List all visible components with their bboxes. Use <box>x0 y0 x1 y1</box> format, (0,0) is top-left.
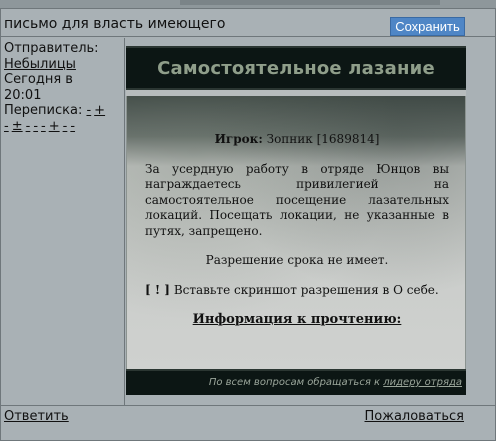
message-card: Самостоятельное лазание Игрок: Зопник [1… <box>126 46 466 398</box>
squad-leader-link[interactable]: лидеру отряда <box>383 377 462 388</box>
message-footer: По всем вопросам обращаться к лидеру отр… <box>126 369 466 395</box>
correspondence-link[interactable]: ± <box>12 119 23 134</box>
reply-link[interactable]: Ответить <box>4 409 69 424</box>
message-banner: Самостоятельное лазание <box>126 46 466 90</box>
sender-link[interactable]: Небылицы <box>4 57 76 72</box>
save-button[interactable]: Сохранить <box>390 17 465 36</box>
correspondence-link[interactable]: - <box>33 119 38 134</box>
hint-text: Вставьте скриншот разрешения в О себе. <box>173 282 439 297</box>
top-strip <box>0 0 496 8</box>
player-line: Игрок: Зопник [1689814] <box>145 132 449 148</box>
correspondence-links: Переписка: - + - ± - - - + - - <box>4 103 121 134</box>
correspondence-link[interactable]: + <box>49 119 60 134</box>
sender-label: Отправитель: <box>4 41 99 56</box>
award-paragraph: За усердную работу в отряде Юнцов вы наг… <box>145 161 449 238</box>
date-line: Сегодня в <box>4 72 73 87</box>
time-line: 20:01 <box>4 87 42 103</box>
correspondence-link[interactable]: - <box>41 119 46 134</box>
correspondence-link[interactable]: - <box>26 119 31 134</box>
report-link[interactable]: Пожаловаться <box>365 409 465 424</box>
footer-note: По всем вопросам обращаться к лидеру отр… <box>209 377 462 388</box>
term-note: Разрешение срока не имеет. <box>205 253 389 267</box>
message-text: Игрок: Зопник [1689814] За усердную рабо… <box>145 132 449 328</box>
hint-mark: [ ! ] <box>145 282 170 297</box>
letter-footer: Ответить Пожаловаться <box>1 405 495 425</box>
player-label: Игрок: <box>214 132 263 146</box>
message-content: Игрок: Зопник [1689814] За усердную рабо… <box>126 96 466 369</box>
correspondence-link[interactable]: - <box>86 103 91 118</box>
correspondence-link[interactable]: + <box>94 103 105 118</box>
letter-title: письмо для власть имеющего <box>4 16 226 32</box>
correspondence-link[interactable]: - <box>4 119 9 134</box>
sender-column: Отправитель: Небылицы Сегодня в 20:01 Пе… <box>1 38 125 405</box>
footer-text: По всем вопросам обращаться к <box>208 377 381 388</box>
hint-line: [ ! ] Вставьте скриншот разрешения в О с… <box>145 283 449 299</box>
letter-panel: письмо для власть имеющего Сохранить Отп… <box>0 8 496 441</box>
correspondence-link[interactable]: - <box>70 119 75 134</box>
letter-header: письмо для власть имеющего Сохранить <box>1 9 495 37</box>
correspondence-label: Переписка: <box>4 103 83 118</box>
correspondence-link[interactable]: - <box>63 119 68 134</box>
letter-body: Отправитель: Небылицы Сегодня в 20:01 Пе… <box>1 38 495 405</box>
banner-title: Самостоятельное лазание <box>157 58 435 79</box>
player-value: Зопник [1689814] <box>266 132 380 146</box>
info-heading: Информация к прочтению: <box>192 312 402 327</box>
message-column: Самостоятельное лазание Игрок: Зопник [1… <box>126 38 495 405</box>
